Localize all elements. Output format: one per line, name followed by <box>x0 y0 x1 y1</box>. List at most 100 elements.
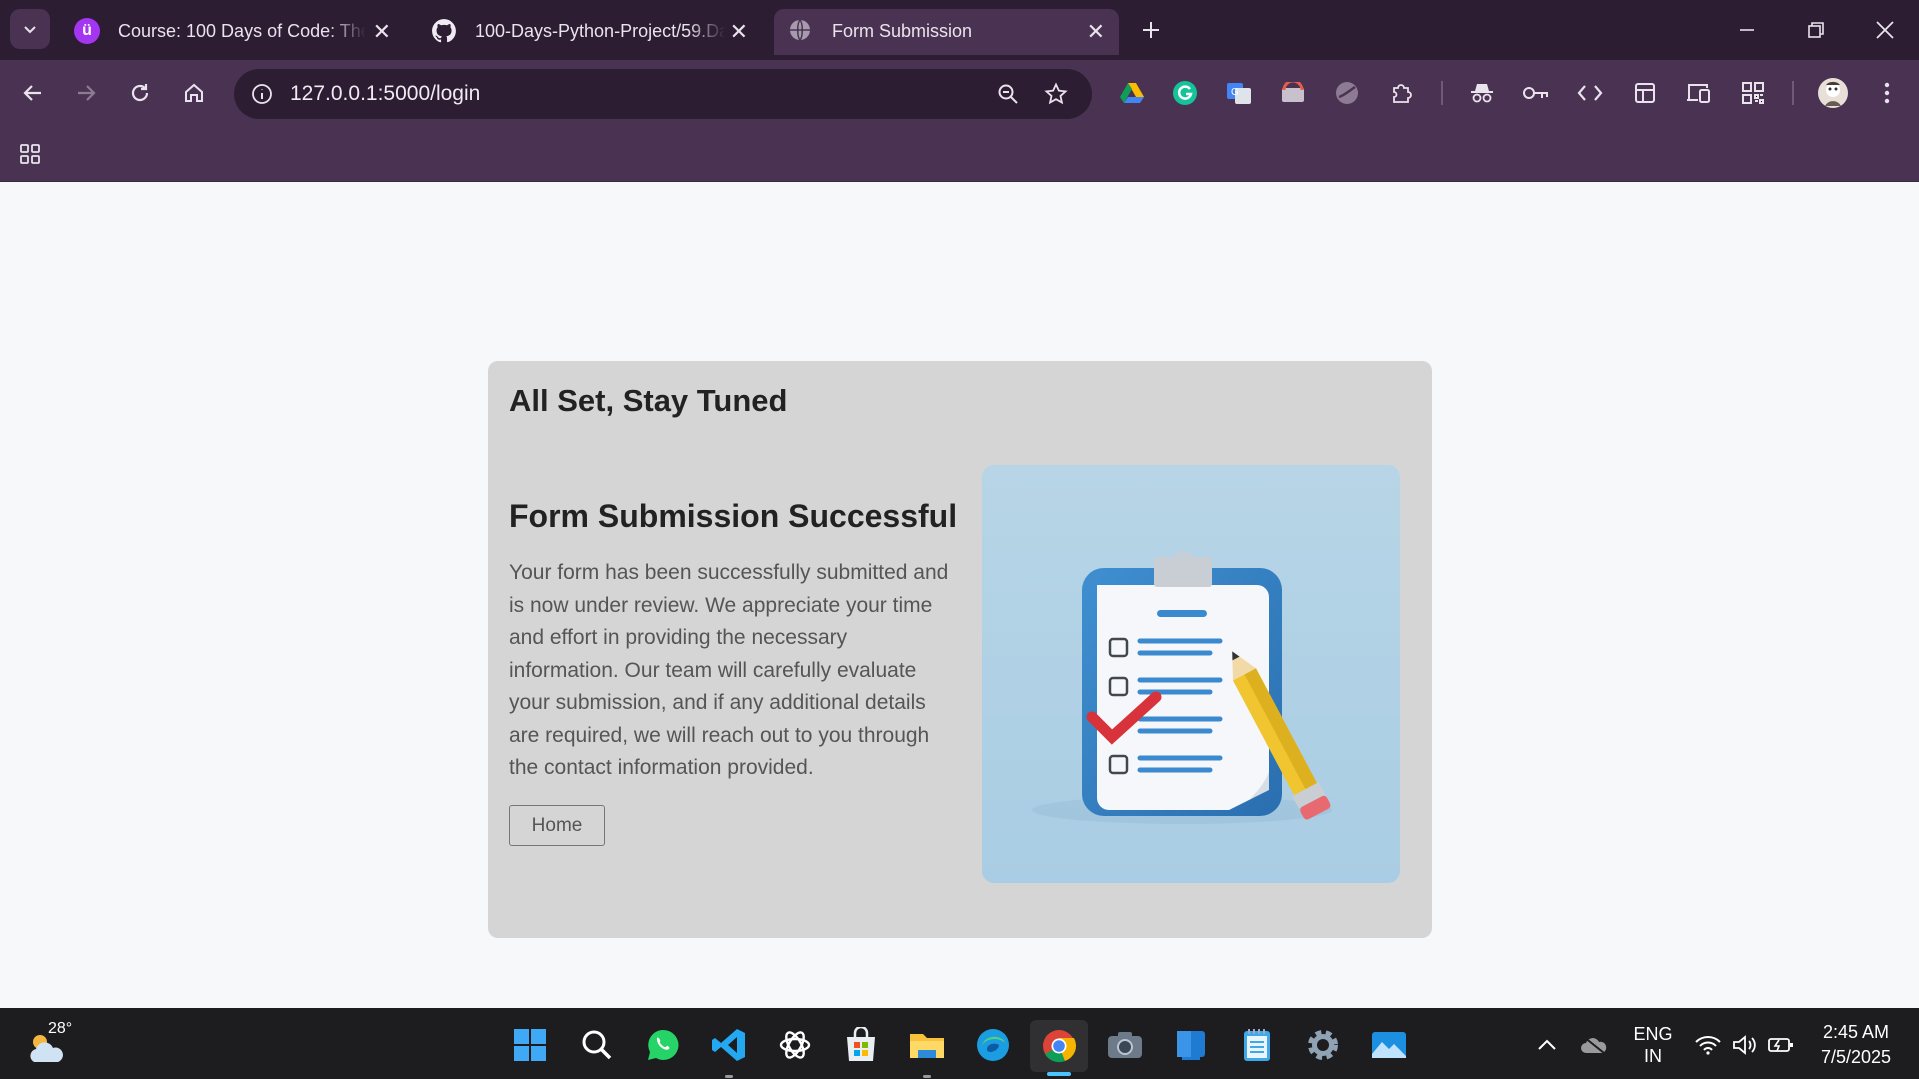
shield-extension-icon[interactable] <box>1327 73 1367 113</box>
profile-avatar[interactable] <box>1813 73 1853 113</box>
tab-udemy[interactable]: ü Course: 100 Days of Code: The Complete… <box>60 9 405 55</box>
taskbar-camera[interactable] <box>1106 1026 1144 1064</box>
taskbar-edge[interactable] <box>974 1026 1012 1064</box>
taskbar-notepad[interactable] <box>1238 1026 1276 1064</box>
clock-time: 2:45 AM <box>1822 1022 1890 1042</box>
zoom-icon[interactable] <box>988 74 1028 114</box>
bookmarks-bar <box>0 126 1919 182</box>
tab-form-submission[interactable]: Form Submission ✕ <box>774 9 1119 55</box>
speaker-icon <box>1733 1035 1756 1055</box>
apps-grid-icon <box>20 144 40 164</box>
apps-grid-button[interactable] <box>10 134 50 174</box>
show-hidden-icons-button[interactable] <box>1528 1026 1566 1064</box>
responsive-devices-icon[interactable] <box>1679 73 1719 113</box>
taskbar-search-button[interactable] <box>578 1026 616 1064</box>
extensions-puzzle-icon[interactable] <box>1382 73 1422 113</box>
language-indicator[interactable]: ENG IN <box>1628 1023 1678 1067</box>
back-button[interactable] <box>13 73 53 113</box>
taskbar-photos[interactable] <box>1370 1026 1408 1064</box>
running-indicator <box>923 1075 931 1078</box>
wifi-icon <box>1695 1036 1721 1055</box>
github-icon <box>431 18 457 44</box>
taskbar-file-explorer[interactable] <box>908 1026 946 1078</box>
gear-icon <box>1308 1030 1338 1060</box>
new-tab-button[interactable] <box>1131 10 1171 50</box>
windows-logo-icon <box>514 1029 546 1061</box>
kebab-menu-icon <box>1884 82 1890 104</box>
camera-icon <box>1108 1032 1142 1058</box>
arrow-left-icon <box>23 85 41 101</box>
reload-icon <box>131 84 149 102</box>
wifi-tray[interactable] <box>1689 1026 1727 1064</box>
code-icon[interactable] <box>1570 73 1610 113</box>
restore-button[interactable] <box>1796 10 1836 50</box>
chevron-up-icon <box>1538 1039 1556 1050</box>
clock-date: 7/5/2025 <box>1820 1047 1892 1067</box>
close-tab-icon[interactable]: ✕ <box>373 19 391 45</box>
running-indicator <box>725 1075 733 1078</box>
page-viewport: All Set, Stay Tuned Form Submission Succ… <box>0 182 1919 1008</box>
minimize-button[interactable] <box>1727 10 1767 50</box>
tab-search-button[interactable] <box>10 9 50 49</box>
google-drive-icon[interactable] <box>1112 73 1152 113</box>
reload-button[interactable] <box>120 73 160 113</box>
card-title: All Set, Stay Tuned <box>509 383 788 418</box>
address-bar[interactable]: 127.0.0.1:5000/login <box>234 69 1092 119</box>
whatsapp-icon <box>648 1029 679 1060</box>
book-app-icon <box>1177 1031 1205 1060</box>
home-nav-button[interactable] <box>174 73 214 113</box>
more-menu-button[interactable] <box>1867 73 1907 113</box>
onedrive-tray[interactable] <box>1575 1026 1613 1064</box>
volume-tray[interactable] <box>1726 1026 1764 1064</box>
qr-code-icon[interactable] <box>1733 73 1773 113</box>
color-extension-icon[interactable] <box>1273 73 1313 113</box>
home-button[interactable]: Home <box>509 805 605 846</box>
taskbar-chatgpt[interactable] <box>776 1026 814 1064</box>
close-tab-icon[interactable]: ✕ <box>730 19 748 45</box>
close-window-button[interactable] <box>1865 10 1905 50</box>
bookmark-star-icon[interactable] <box>1036 74 1076 114</box>
url-text[interactable]: 127.0.0.1:5000/login <box>290 82 480 106</box>
toolbar-divider <box>1792 81 1794 105</box>
clipboard-illustration <box>982 465 1400 883</box>
close-tab-icon[interactable]: ✕ <box>1087 19 1105 45</box>
svg-text:G: G <box>1231 87 1239 98</box>
tab-github[interactable]: 100-Days-Python-Project/59.Day ✕ <box>417 9 762 55</box>
incognito-icon[interactable] <box>1462 73 1502 113</box>
password-key-icon[interactable] <box>1516 73 1556 113</box>
taskbar-blue-app[interactable] <box>1172 1026 1210 1064</box>
notepad-icon <box>1244 1029 1270 1061</box>
chevron-down-icon <box>24 26 36 34</box>
start-button[interactable] <box>511 1026 549 1064</box>
tab-title: Course: 100 Days of Code: The Complete P… <box>118 21 366 41</box>
home-icon <box>185 83 203 102</box>
taskbar-whatsapp[interactable] <box>644 1026 682 1064</box>
clock[interactable]: 2:45 AM 7/5/2025 <box>1810 1020 1902 1070</box>
weather-widget[interactable]: 28° <box>26 1020 74 1066</box>
site-info-icon[interactable] <box>242 74 282 114</box>
search-icon <box>582 1030 612 1060</box>
forward-button[interactable] <box>66 73 106 113</box>
success-heading: Form Submission Successful <box>509 498 958 534</box>
taskbar-vscode[interactable] <box>710 1026 748 1078</box>
layout-panel-icon[interactable] <box>1625 73 1665 113</box>
tab-strip: ü Course: 100 Days of Code: The Complete… <box>0 0 1919 60</box>
plus-icon <box>1143 22 1159 38</box>
browser-toolbar: 127.0.0.1:5000/login G <box>0 60 1919 126</box>
battery-tray[interactable] <box>1762 1026 1800 1064</box>
grammarly-icon[interactable] <box>1165 73 1205 113</box>
restore-icon <box>1808 22 1824 38</box>
close-icon <box>1876 21 1894 39</box>
taskbar-settings[interactable] <box>1304 1026 1342 1064</box>
taskbar-chrome[interactable] <box>1030 1020 1088 1076</box>
confirmation-card: All Set, Stay Tuned Form Submission Succ… <box>488 361 1432 938</box>
toolbar-divider <box>1441 81 1443 105</box>
taskbar-microsoft-store[interactable] <box>842 1026 880 1064</box>
active-indicator <box>1047 1072 1071 1076</box>
photos-icon <box>1372 1032 1406 1058</box>
taskbar: 28° ENG IN 2:45 AM 7/5/2025 <box>0 1008 1919 1079</box>
weather-temperature: 28° <box>48 1020 73 1037</box>
google-translate-icon[interactable]: G <box>1219 73 1259 113</box>
chatgpt-icon <box>779 1031 811 1059</box>
udemy-icon: ü <box>74 18 100 44</box>
